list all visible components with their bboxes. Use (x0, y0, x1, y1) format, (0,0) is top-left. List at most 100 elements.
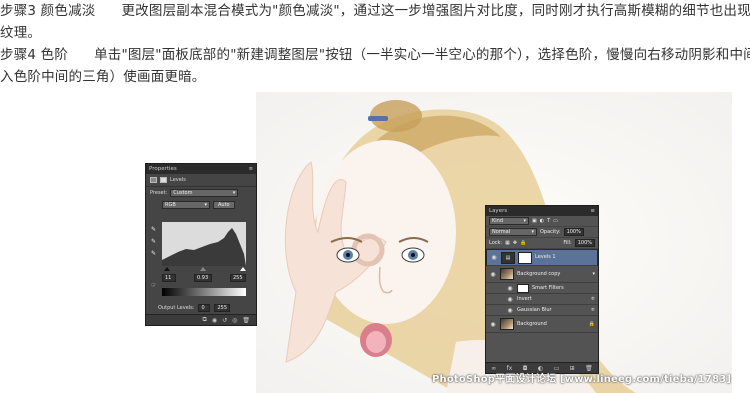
target-adjust-icon[interactable]: ☞ (151, 282, 158, 289)
filter-options-icon[interactable]: ≑ (591, 307, 595, 313)
layer-name: Background (517, 321, 547, 327)
adjustment-name: Levels (170, 177, 186, 183)
filter-row: Kind ▾ ▣ ◐ T ▭ (486, 216, 598, 227)
filter-adjust-icon[interactable]: ◐ (540, 218, 544, 224)
levels-adjustment-icon (150, 177, 157, 183)
auto-button[interactable]: Auto (213, 201, 235, 209)
layers-panel: Layers ≡ Kind ▾ ▣ ◐ T ▭ Normal ▾ Opacity… (485, 205, 599, 374)
layer-levels-1[interactable]: ◉ ▤ Levels 1 (486, 249, 598, 266)
output-levels-row: Output Levels: 0 255 (158, 304, 231, 312)
step4-title: 步骤4 色阶 (0, 47, 69, 63)
step4-continuation: 入色阶中间的三角）使画面更暗。 (0, 69, 206, 85)
channel-select[interactable]: RGB ▾ (162, 201, 210, 209)
output-white-field[interactable]: 255 (214, 304, 231, 312)
filter-shape-icon[interactable]: ▭ (553, 218, 558, 224)
preset-value: Custom (173, 190, 193, 196)
output-black-field[interactable]: 0 (198, 304, 211, 312)
step3-title: 步骤3 颜色减淡 (0, 3, 96, 19)
input-gamma-field[interactable]: 0.93 (194, 274, 212, 282)
chevron-down-icon: ▾ (523, 218, 526, 224)
black-point-handle[interactable] (164, 267, 170, 271)
properties-title: Properties (149, 166, 177, 172)
input-white-field[interactable]: 255 (230, 274, 246, 282)
input-levels-fields: 11 0.93 255 (162, 274, 246, 282)
preset-label: Preset: (150, 190, 168, 196)
smart-filters-label: Smart Filters (532, 285, 564, 291)
layer-name: Background copy (517, 271, 561, 277)
filter-type-icon[interactable]: T (547, 218, 550, 224)
view-previous-icon[interactable]: ◉ (212, 317, 217, 324)
layer-background[interactable]: ◉ Background 🔒 (486, 316, 598, 333)
filter-gaussian-blur-row[interactable]: ◉ Gaussian Blur ≑ (486, 305, 598, 316)
blend-row: Normal ▾ Opacity: 100% (486, 227, 598, 238)
lock-icon[interactable]: 🔒 (520, 240, 526, 246)
channel-row: RGB ▾ Auto (146, 199, 256, 211)
smart-filters-row[interactable]: ◉ Smart Filters (486, 283, 598, 294)
levels-adjustment-icon: ▤ (501, 251, 515, 264)
visibility-toggle-icon[interactable]: ◎ (232, 317, 237, 324)
filter-options-icon[interactable]: ≑ (591, 296, 595, 302)
eye-icon[interactable]: ◉ (506, 285, 514, 292)
filter-name: Gaussian Blur (517, 307, 552, 313)
layer-name: Levels 1 (535, 254, 556, 260)
fill-label: Fill: (563, 240, 572, 246)
step3-text: 更改图层副本混合模式为"颜色减淡"，通过这一步增强图片对比度，同时刚才执行高斯模… (121, 3, 750, 19)
panel-menu-icon[interactable]: ≡ (249, 166, 253, 172)
gray-eyedropper-icon[interactable]: ✎ (151, 238, 158, 245)
blend-mode-select[interactable]: Normal ▾ (489, 228, 537, 236)
input-slider[interactable] (162, 267, 246, 272)
filter-kind-value: Kind (492, 218, 504, 224)
channel-value: RGB (165, 202, 176, 208)
properties-footer: ⧉ ◉ ↺ ◎ 🗑 (146, 314, 256, 325)
chevron-down-icon: ▾ (531, 229, 534, 235)
reset-icon[interactable]: ↺ (222, 317, 227, 324)
chevron-down-icon: ▾ (204, 202, 207, 208)
trash-icon[interactable]: 🗑 (242, 317, 250, 324)
output-levels-label: Output Levels: (158, 305, 195, 311)
lock-row: Lock: ▦ ✥ 🔒 Fill: 100% (486, 238, 598, 249)
preset-row: Preset: Custom ▾ (146, 187, 256, 199)
layer-thumbnail (500, 268, 514, 280)
lock-label: Lock: (489, 240, 503, 246)
article-text: 步骤3 颜色减淡 更改图层副本混合模式为"颜色减淡"，通过这一步增强图片对比度，同… (0, 0, 750, 88)
eye-icon[interactable]: ◉ (489, 271, 497, 278)
filter-pixel-icon[interactable]: ▣ (532, 218, 537, 224)
clip-to-layer-icon[interactable]: ⧉ (203, 316, 207, 324)
blend-mode-value: Normal (492, 229, 511, 235)
step3-line: 步骤3 颜色减淡 更改图层副本混合模式为"颜色减淡"，通过这一步增强图片对比度，同… (0, 0, 750, 22)
panel-menu-icon[interactable]: ≡ (590, 208, 595, 214)
eye-icon[interactable]: ◉ (489, 321, 497, 328)
filter-name: Invert (517, 296, 532, 302)
filter-invert-row[interactable]: ◉ Invert ≑ (486, 294, 598, 305)
step4-text: 单击"图层"面板底部的"新建调整图层"按钮（一半实心一半空心的那个），选择色阶，… (94, 47, 750, 63)
lock-move-icon[interactable]: ✥ (513, 240, 517, 246)
white-point-handle[interactable] (240, 267, 246, 271)
lock-icon: 🔒 (588, 321, 595, 327)
preset-select[interactable]: Custom ▾ (170, 189, 239, 197)
gamma-handle[interactable] (200, 267, 206, 271)
white-eyedropper-icon[interactable]: ✎ (151, 250, 158, 257)
properties-panel: Properties ≡ Levels Preset: Custom ▾ RGB… (145, 163, 257, 326)
input-black-field[interactable]: 11 (162, 274, 176, 282)
mask-icon[interactable] (160, 177, 167, 183)
eyedropper-tools: ✎ ✎ ✎ ☞ (151, 226, 158, 289)
layer-background-copy[interactable]: ◉ Background copy ▾ (486, 266, 598, 283)
opacity-field[interactable]: 100% (563, 228, 584, 236)
step4-line: 步骤4 色阶 单击"图层"面板底部的"新建调整图层"按钮（一半实心一半空心的那个）… (0, 44, 750, 66)
chevron-down-icon: ▾ (232, 190, 236, 196)
watermark: PhotoShop平面设计论坛 [www.lineeg.com/tieba/17… (432, 374, 732, 385)
layers-titlebar: Layers ≡ (486, 206, 598, 216)
black-eyedropper-icon[interactable]: ✎ (151, 226, 158, 233)
step3-continuation: 纹理。 (0, 25, 42, 41)
histogram-graph (162, 228, 246, 266)
filter-mask-thumbnail[interactable] (517, 283, 529, 293)
eye-icon[interactable]: ◉ (506, 307, 514, 314)
filter-kind-select[interactable]: Kind ▾ (489, 217, 529, 225)
output-gradient[interactable] (162, 288, 246, 296)
eye-icon[interactable]: ◉ (506, 296, 514, 303)
layer-mask-thumbnail[interactable] (518, 251, 532, 264)
lock-pixels-icon[interactable]: ▦ (505, 240, 510, 246)
eye-icon[interactable]: ◉ (490, 254, 498, 261)
levels-histogram (162, 222, 246, 266)
fill-field[interactable]: 100% (574, 239, 595, 247)
